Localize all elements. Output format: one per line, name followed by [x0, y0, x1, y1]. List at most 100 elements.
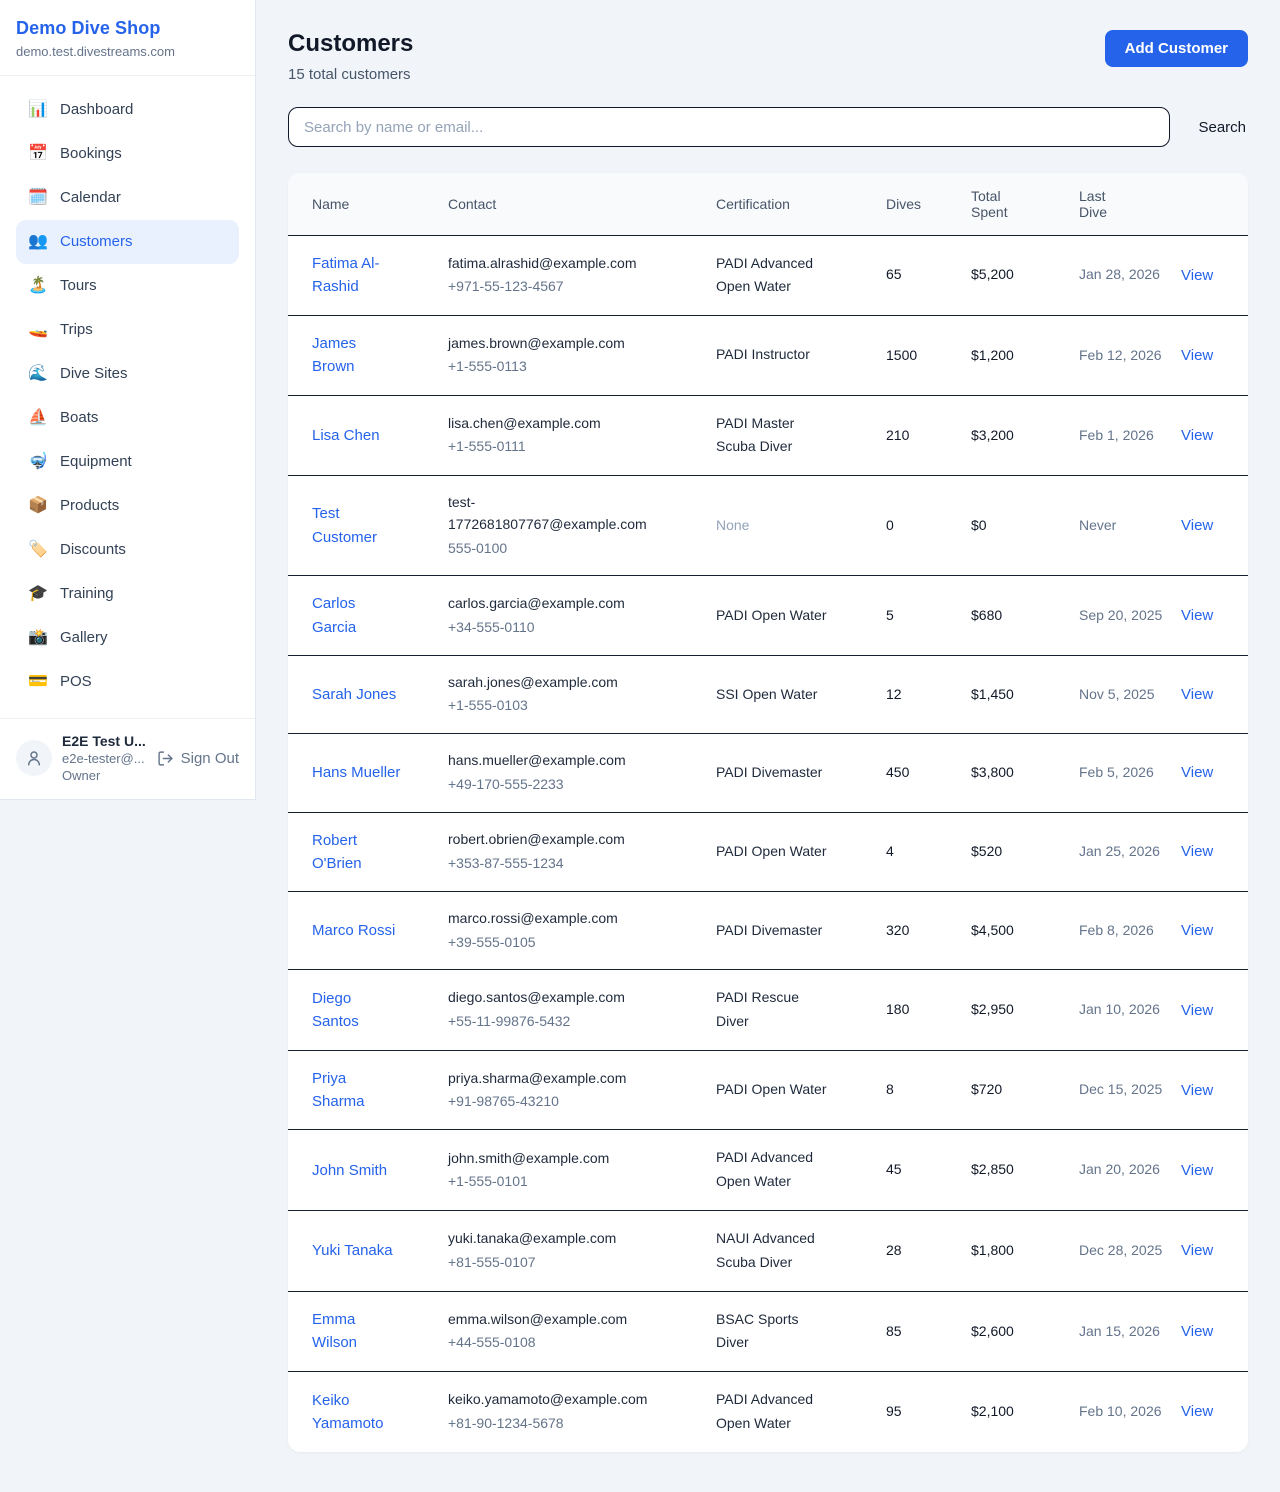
customer-email: keiko.yamamoto@example.com	[448, 1389, 664, 1411]
sidebar-item-equipment[interactable]: 🤿 Equipment	[16, 440, 239, 484]
customer-phone: 555-0100	[448, 538, 664, 560]
customer-name-link[interactable]: Yuki Tanaka	[312, 1242, 393, 1259]
customer-name-link[interactable]: Robert O'Brien	[312, 832, 362, 872]
total-spent-cell: $2,950	[959, 970, 1067, 1051]
column-header-actions	[1169, 173, 1248, 235]
table-body: Fatima Al-Rashid fatima.alrashid@example…	[288, 235, 1248, 1452]
customer-phone: +44-555-0108	[448, 1332, 664, 1354]
contact-cell: hans.mueller@example.com +49-170-555-223…	[436, 734, 704, 812]
last-dive-cell: Dec 15, 2025	[1067, 1050, 1169, 1130]
column-header-dives: Dives	[874, 173, 959, 235]
sidebar-item-dive-sites[interactable]: 🌊 Dive Sites	[16, 352, 239, 396]
customer-name-link[interactable]: Hans Mueller	[312, 764, 400, 781]
certification-cell: PADI Open Water	[704, 812, 874, 892]
sidebar-item-boats[interactable]: ⛵ Boats	[16, 396, 239, 440]
sidebar-item-training[interactable]: 🎓 Training	[16, 572, 239, 616]
contact-cell: robert.obrien@example.com +353-87-555-12…	[436, 812, 704, 892]
customer-email: priya.sharma@example.com	[448, 1068, 664, 1090]
sidebar-item-products[interactable]: 📦 Products	[16, 484, 239, 528]
customers-icon: 👥	[28, 232, 48, 252]
customer-name-link[interactable]: Priya Sharma	[312, 1070, 365, 1110]
column-header-contact: Contact	[436, 173, 704, 235]
last-dive-cell: Jan 15, 2026	[1067, 1291, 1169, 1372]
last-dive-cell: Sep 20, 2025	[1067, 576, 1169, 656]
sign-out-button[interactable]: Sign Out	[157, 750, 239, 767]
table-row: Carlos Garcia carlos.garcia@example.com …	[288, 576, 1248, 656]
customer-phone: +39-555-0105	[448, 932, 664, 954]
certification-cell: PADI Divemaster	[704, 892, 874, 970]
customer-phone: +1-555-0103	[448, 695, 664, 717]
total-spent-cell: $2,600	[959, 1291, 1067, 1372]
last-dive-cell: Feb 1, 2026	[1067, 395, 1169, 476]
search-input[interactable]	[288, 107, 1170, 147]
certification-cell: PADI Instructor	[704, 316, 874, 396]
total-spent-cell: $520	[959, 812, 1067, 892]
contact-cell: keiko.yamamoto@example.com +81-90-1234-5…	[436, 1372, 704, 1452]
customer-name-link[interactable]: Sarah Jones	[312, 686, 396, 703]
certification-cell: PADI Advanced Open Water	[704, 235, 874, 316]
view-link[interactable]: View	[1181, 1082, 1213, 1099]
total-spent-cell: $1,450	[959, 655, 1067, 733]
customer-phone: +81-555-0107	[448, 1252, 664, 1274]
sidebar-item-customers[interactable]: 👥 Customers	[16, 220, 239, 264]
title-block: Customers 15 total customers	[288, 30, 413, 83]
last-dive-cell: Jan 10, 2026	[1067, 970, 1169, 1051]
view-link[interactable]: View	[1181, 1403, 1213, 1420]
view-link[interactable]: View	[1181, 1242, 1213, 1259]
sidebar-item-calendar[interactable]: 🗓️ Calendar	[16, 176, 239, 220]
customer-name-link[interactable]: James Brown	[312, 335, 356, 375]
view-link[interactable]: View	[1181, 517, 1213, 534]
customer-phone: +971-55-123-4567	[448, 276, 664, 298]
customers-table-card: Name Contact Certification Dives Total S…	[288, 173, 1248, 1452]
sidebar-item-dashboard[interactable]: 📊 Dashboard	[16, 88, 239, 132]
table-row: Emma Wilson emma.wilson@example.com +44-…	[288, 1291, 1248, 1372]
view-link[interactable]: View	[1181, 922, 1213, 939]
sidebar-item-trips[interactable]: 🚤 Trips	[16, 308, 239, 352]
sidebar-item-bookings[interactable]: 📅 Bookings	[16, 132, 239, 176]
view-link[interactable]: View	[1181, 686, 1213, 703]
search-button[interactable]: Search	[1196, 115, 1248, 140]
view-link[interactable]: View	[1181, 267, 1213, 284]
table-row: Lisa Chen lisa.chen@example.com +1-555-0…	[288, 395, 1248, 476]
customer-name-link[interactable]: Lisa Chen	[312, 427, 380, 444]
customer-name-link[interactable]: Diego Santos	[312, 990, 359, 1030]
add-customer-button[interactable]: Add Customer	[1105, 30, 1248, 67]
customer-email: test-1772681807767@example.com	[448, 492, 664, 535]
view-link[interactable]: View	[1181, 427, 1213, 444]
customer-email: emma.wilson@example.com	[448, 1309, 664, 1331]
customer-phone: +1-555-0111	[448, 436, 664, 458]
view-link[interactable]: View	[1181, 1002, 1213, 1019]
view-link[interactable]: View	[1181, 1323, 1213, 1340]
dives-cell: 28	[874, 1211, 959, 1292]
dives-cell: 320	[874, 892, 959, 970]
column-header-last-dive: Last Dive	[1067, 173, 1169, 235]
equipment-icon: 🤿	[28, 452, 48, 472]
view-link[interactable]: View	[1181, 1162, 1213, 1179]
customer-email: sarah.jones@example.com	[448, 672, 664, 694]
contact-cell: test-1772681807767@example.com 555-0100	[436, 476, 704, 576]
sidebar-item-tours[interactable]: 🏝️ Tours	[16, 264, 239, 308]
contact-cell: sarah.jones@example.com +1-555-0103	[436, 655, 704, 733]
customer-name-link[interactable]: Emma Wilson	[312, 1311, 357, 1351]
view-link[interactable]: View	[1181, 843, 1213, 860]
view-link[interactable]: View	[1181, 347, 1213, 364]
customer-email: yuki.tanaka@example.com	[448, 1228, 664, 1250]
customer-name-link[interactable]: Carlos Garcia	[312, 595, 356, 635]
view-link[interactable]: View	[1181, 607, 1213, 624]
view-link[interactable]: View	[1181, 764, 1213, 781]
customer-name-link[interactable]: Marco Rossi	[312, 922, 395, 939]
sidebar-item-discounts[interactable]: 🏷️ Discounts	[16, 528, 239, 572]
customer-phone: +34-555-0110	[448, 617, 664, 639]
sidebar-item-pos[interactable]: 💳 POS	[16, 660, 239, 704]
contact-cell: john.smith@example.com +1-555-0101	[436, 1130, 704, 1211]
customer-name-link[interactable]: John Smith	[312, 1162, 387, 1179]
customer-name-link[interactable]: Test Customer	[312, 505, 377, 545]
sidebar-nav: 📊 Dashboard 📅 Bookings 🗓️ Calendar 👥 Cus…	[0, 76, 255, 718]
sidebar-user-section: E2E Test U... e2e-tester@... Owner Sign …	[0, 718, 255, 799]
customer-name-link[interactable]: Fatima Al-Rashid	[312, 255, 380, 295]
table-row: Fatima Al-Rashid fatima.alrashid@example…	[288, 235, 1248, 316]
sidebar-item-gallery[interactable]: 📸 Gallery	[16, 616, 239, 660]
calendar-icon: 🗓️	[28, 188, 48, 208]
customer-phone: +81-90-1234-5678	[448, 1413, 664, 1435]
customer-name-link[interactable]: Keiko Yamamoto	[312, 1392, 383, 1432]
